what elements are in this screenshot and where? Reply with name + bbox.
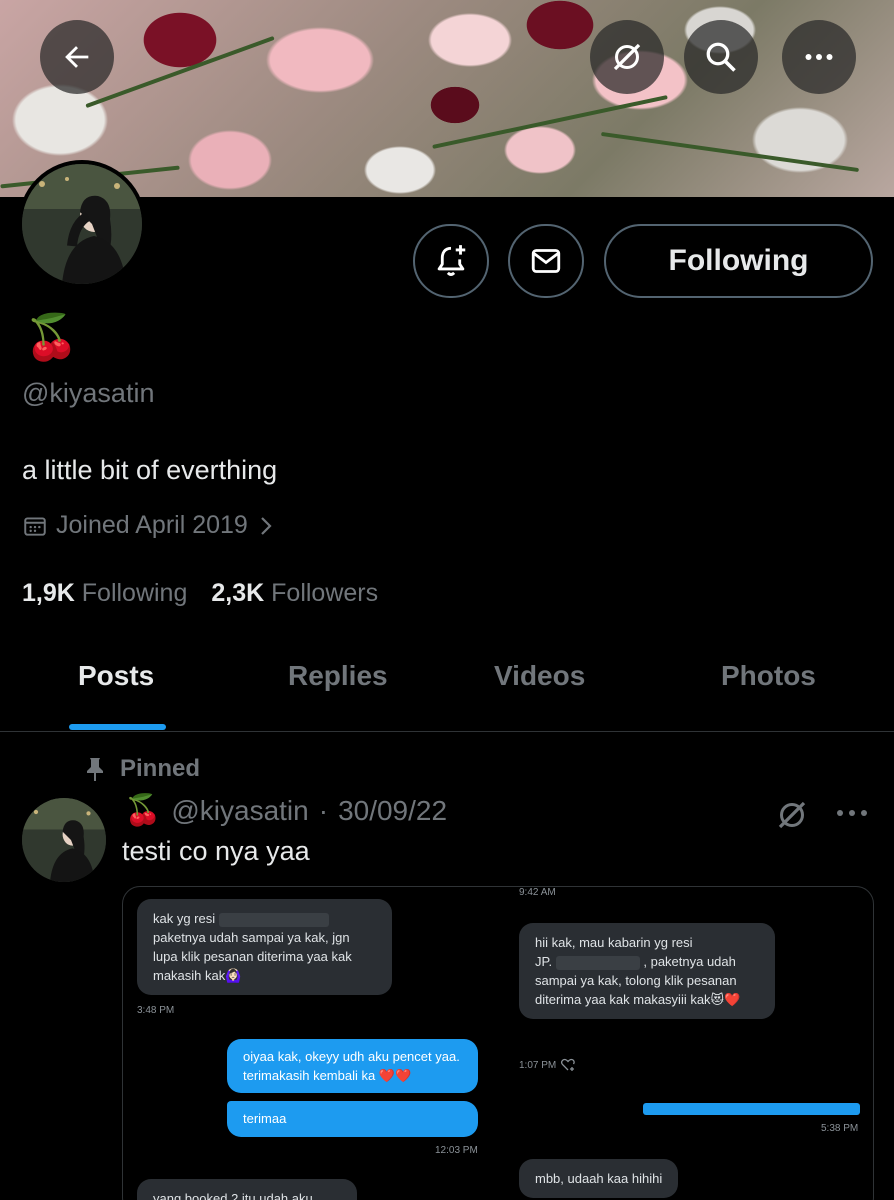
tab-replies[interactable]: Replies [288, 660, 388, 692]
following-button[interactable]: Following [604, 224, 873, 298]
chat-text: kak yg resi [153, 911, 216, 926]
envelope-icon [531, 249, 561, 273]
banner-stem [85, 35, 275, 109]
post-separator: · [318, 794, 329, 826]
notifications-button[interactable] [413, 224, 489, 298]
more-icon [805, 54, 833, 60]
chat-bubble-outgoing: oiyaa kak, okeyy udh aku pencet yaa. ter… [227, 1039, 478, 1093]
chat-timestamp: 3:48 PM [137, 1005, 175, 1016]
chat-bubble-incoming: mbb, udaah kaa hihihi [519, 1159, 679, 1198]
more-icon [837, 810, 867, 816]
chat-text: sampai ya kak, tolong klik pesanan diter… [535, 973, 741, 1007]
avatar-photo [22, 798, 106, 882]
chat-bubble-outgoing-partial [643, 1103, 860, 1115]
followers-stat[interactable]: 2,3K Followers [211, 579, 378, 608]
followers-count: 2,3K [211, 579, 265, 607]
chat-text: oiyaa kak, okeyy udh aku pencet yaa. ter… [243, 1049, 460, 1083]
chat-text: hii kak, mau kabarin yg resi [535, 935, 693, 950]
following-label: Following [81, 579, 188, 607]
chat-text: JP. [535, 954, 553, 969]
bell-plus-icon [437, 245, 466, 276]
grok-icon [778, 801, 806, 829]
chat-bubble-outgoing: terimaa [227, 1101, 478, 1137]
tab-videos[interactable]: Videos [494, 660, 585, 692]
pinned-label: Pinned [120, 755, 201, 782]
profile-banner [0, 0, 894, 197]
message-button[interactable] [508, 224, 584, 298]
post-author-emoji[interactable]: 🍒 [124, 793, 161, 828]
grok-icon [613, 43, 641, 71]
grok-button[interactable] [590, 20, 664, 94]
tab-photos[interactable]: Photos [721, 660, 816, 692]
profile-bio: a little bit of everthing [22, 455, 278, 485]
post-avatar[interactable] [22, 798, 106, 882]
chat-timestamp: 12:03 PM [435, 1145, 478, 1156]
post-more-button[interactable] [834, 800, 870, 831]
followers-label: Followers [271, 579, 379, 607]
follow-stats: 1,9K Following 2,3K Followers [22, 579, 378, 608]
following-button-label: Following [668, 244, 809, 277]
post-image[interactable]: kak yg resi paketnya udah sampai ya kak,… [122, 886, 874, 1200]
tab-posts[interactable]: Posts [78, 660, 154, 692]
heart-add-icon [561, 1058, 576, 1071]
joined-date: Joined April 2019 [56, 511, 248, 539]
chat-timestamp-row: 1:07 PM [519, 1058, 576, 1072]
chat-timestamp: 9:42 AM [519, 887, 556, 898]
post-header: 🍒 @kiyasatin · 30/09/22 [124, 793, 447, 828]
post-text: testi co nya yaa [122, 836, 310, 866]
chat-text: , paketnya udah [643, 954, 736, 969]
chat-bubble-incoming: hii kak, mau kabarin yg resi JP. , paket… [519, 923, 775, 1019]
calendar-icon [24, 516, 46, 536]
avatar[interactable] [18, 160, 146, 288]
chevron-right-icon [261, 516, 272, 535]
arrow-left-icon [65, 46, 89, 68]
joined-info[interactable]: Joined April 2019 [22, 511, 276, 540]
chat-text: terimaa [243, 1111, 287, 1126]
chat-bubble-incoming: kak yg resi paketnya udah sampai ya kak,… [137, 899, 392, 995]
active-tab-indicator [69, 724, 166, 730]
following-count: 1,9K [22, 579, 75, 607]
chat-timestamp: 5:38 PM [821, 1123, 859, 1134]
chat-text: paketnya udah sampai ya kak, jgn lupa kl… [153, 930, 352, 983]
post-date[interactable]: 30/09/22 [338, 795, 447, 827]
post-author-handle[interactable]: @kiyasatin [171, 795, 308, 827]
redacted-block [555, 955, 640, 970]
banner-stem [600, 131, 860, 173]
chat-text: yang booked 2 itu udah aku [153, 1191, 313, 1200]
avatar-photo [22, 164, 142, 284]
search-button[interactable] [684, 20, 758, 94]
post-grok-button[interactable] [774, 797, 810, 838]
pin-icon [87, 758, 103, 781]
pinned-indicator: Pinned [84, 755, 200, 783]
chat-bubble-incoming: yang booked 2 itu udah aku [137, 1179, 357, 1200]
redacted-block [218, 912, 329, 927]
chat-text: mbb, udaah kaa hihihi [535, 1171, 663, 1186]
following-stat[interactable]: 1,9K Following [22, 579, 187, 608]
back-button[interactable] [40, 20, 114, 94]
more-button[interactable] [782, 20, 856, 94]
banner-stem [432, 95, 668, 149]
search-icon [706, 42, 736, 72]
profile-name-emoji: 🍒 [24, 313, 79, 362]
chat-timestamp: 1:07 PM [519, 1059, 557, 1071]
profile-handle: @kiyasatin [22, 378, 155, 408]
tabs-divider [0, 731, 894, 732]
